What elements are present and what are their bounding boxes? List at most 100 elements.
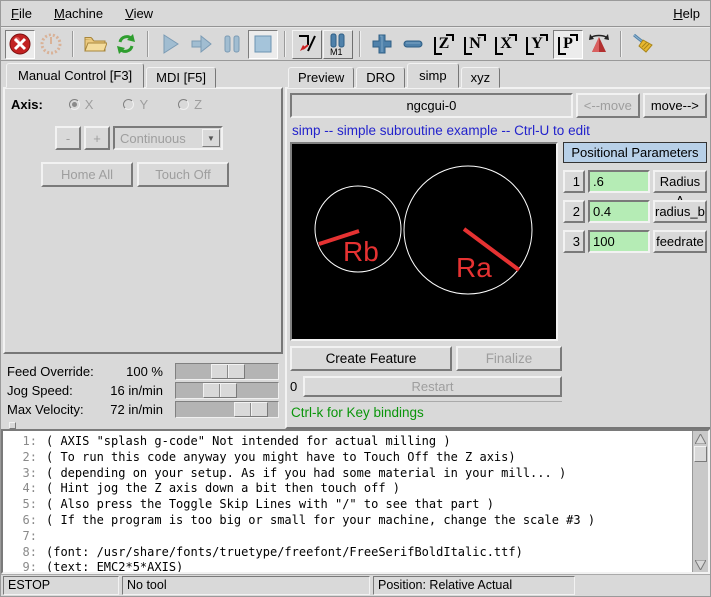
scrollbar-thumb[interactable] <box>694 446 707 462</box>
axis-radio-z[interactable]: Z <box>178 97 202 112</box>
chevron-down-icon[interactable]: ▼ <box>202 129 220 147</box>
pane-grip[interactable] <box>9 422 16 429</box>
gcode-line[interactable]: 9:(text: EMC2*5*AXIS) <box>3 560 692 574</box>
menu-file[interactable]: File <box>11 6 32 21</box>
simp-pane: ngcgui-0 <--move move--> simp -- simple … <box>285 87 711 429</box>
parameter-value-input[interactable]: 0.4 <box>588 200 650 223</box>
axis-label: Axis: <box>11 97 43 112</box>
gcode-line[interactable]: 7: <box>3 529 692 545</box>
gcode-line-number: 6: <box>3 513 37 529</box>
gcode-line-text: ( Also press the Toggle Skip Lines with … <box>37 497 494 513</box>
parameter-name-button[interactable]: feedrate <box>653 230 707 253</box>
jog-minus-button[interactable]: - <box>55 126 81 150</box>
machine-power-button[interactable] <box>36 30 66 59</box>
gcode-line-number: 8: <box>3 545 37 561</box>
zoom-out-button[interactable] <box>398 30 428 59</box>
slider-track[interactable] <box>175 401 279 418</box>
radius-a-label: Ra <box>456 252 492 283</box>
power-icon <box>39 32 63 56</box>
parameters-header: Positional Parameters <box>563 142 707 163</box>
ngcgui-name-entry[interactable]: ngcgui-0 <box>290 93 573 118</box>
preview-panel: PreviewDROsimpxyz ngcgui-0 <--move move-… <box>283 61 711 429</box>
radius-b-label: Rb <box>343 236 379 267</box>
step-program-button[interactable] <box>186 30 216 59</box>
slider-value: 100 % <box>103 364 171 379</box>
gcode-line[interactable]: 1:( AXIS "splash g-code" Not intended fo… <box>3 434 692 450</box>
slider-row: Jog Speed:16 in/min <box>7 381 279 400</box>
gcode-listing[interactable]: 1:( AXIS "splash g-code" Not intended fo… <box>1 429 710 574</box>
scroll-down-icon[interactable] <box>693 557 708 572</box>
estop-button[interactable] <box>5 30 35 59</box>
parameter-name-button[interactable]: Radius A <box>653 170 707 193</box>
stop-program-button[interactable] <box>248 30 278 59</box>
slider-track[interactable] <box>175 363 279 380</box>
gcode-line[interactable]: 5:( Also press the Toggle Skip Lines wit… <box>3 497 692 513</box>
slider-handle[interactable] <box>211 364 245 379</box>
slider-handle[interactable] <box>203 383 237 398</box>
jog-mode-combobox[interactable]: Continuous ▼ <box>113 126 223 150</box>
gcode-line[interactable]: 2:( To run this code anyway you might ha… <box>3 450 692 466</box>
pause-program-button[interactable] <box>217 30 247 59</box>
tab-manual-control-f3[interactable]: Manual Control [F3] <box>6 63 144 88</box>
toolbar-separator <box>359 31 361 57</box>
clear-plot-button[interactable] <box>628 30 658 59</box>
parameter-number: 1 <box>563 170 585 193</box>
move-left-button[interactable]: <--move <box>576 93 640 118</box>
gcode-line[interactable]: 3:( depending on your setup. As if you h… <box>3 466 692 482</box>
toolbar-separator <box>147 31 149 57</box>
positional-parameters: Positional Parameters 1.6Radius A20.4rad… <box>563 142 707 253</box>
jog-plus-button[interactable]: + <box>84 126 110 150</box>
finalize-button[interactable]: Finalize <box>456 346 562 371</box>
statusbar: ESTOPNo toolPosition: Relative Actual <box>1 574 710 596</box>
main-area: Manual Control [F3]MDI [F5] Axis: XYZ - … <box>1 61 710 429</box>
run-program-button[interactable] <box>155 30 185 59</box>
gcode-line-number: 7: <box>3 529 37 545</box>
slider-value: 72 in/min <box>103 402 171 417</box>
home-all-button[interactable]: Home All <box>41 162 133 187</box>
axis-radio-label: X <box>85 97 94 112</box>
open-file-button[interactable] <box>80 30 110 59</box>
tab-mdi-f5[interactable]: MDI [F5] <box>146 67 216 88</box>
folder-icon <box>83 32 107 56</box>
parameter-value-input[interactable]: 100 <box>588 230 650 253</box>
parameter-value-input[interactable]: .6 <box>588 170 650 193</box>
rotate-view-button[interactable] <box>584 30 614 59</box>
slider-handle[interactable] <box>234 402 268 417</box>
menu-machine[interactable]: Machine <box>54 6 103 21</box>
view-x-button[interactable]: X <box>491 30 521 59</box>
touch-off-button[interactable]: Touch Off <box>137 162 229 187</box>
reload-icon <box>114 32 138 56</box>
view-z2-button[interactable]: N <box>460 30 490 59</box>
gcode-line-text: ( AXIS "splash g-code" Not intended for … <box>37 434 451 450</box>
slider-track[interactable] <box>175 382 279 399</box>
axis-radio-x[interactable]: X <box>69 97 94 112</box>
view-z-button[interactable]: Z <box>429 30 459 59</box>
gcode-line[interactable]: 4:( Hint jog the Z axis down a bit then … <box>3 481 692 497</box>
gcode-line-text: (font: /usr/share/fonts/truetype/freefon… <box>37 545 523 561</box>
parameter-name-button[interactable]: radius_b <box>653 200 707 223</box>
gcode-scrollbar[interactable] <box>692 431 708 572</box>
tab-xyz[interactable]: xyz <box>461 67 501 88</box>
gcode-line[interactable]: 6:( If the program is too big or small f… <box>3 513 692 529</box>
axis-radio-y[interactable]: Y <box>123 97 148 112</box>
view-y-button[interactable]: Y <box>522 30 552 59</box>
reload-file-button[interactable] <box>111 30 141 59</box>
menu-help[interactable]: Help <box>673 6 700 21</box>
axis-radios: X Y Z <box>69 97 202 112</box>
tab-preview[interactable]: Preview <box>288 67 354 88</box>
key-bindings-hint: Ctrl-k for Key bindings <box>290 401 562 422</box>
axis-radio-label: Y <box>139 97 148 112</box>
zoom-in-button[interactable] <box>367 30 397 59</box>
scroll-up-icon[interactable] <box>693 431 708 446</box>
tab-simp[interactable]: simp <box>407 63 458 88</box>
gcode-line-number: 1: <box>3 434 37 450</box>
toggle-skip-lines-button[interactable] <box>292 30 322 59</box>
view-p-button[interactable]: P <box>553 30 583 59</box>
gcode-line[interactable]: 8:(font: /usr/share/fonts/truetype/freef… <box>3 545 692 561</box>
restart-button[interactable]: Restart <box>303 376 562 397</box>
tab-dro[interactable]: DRO <box>356 67 405 88</box>
menu-view[interactable]: View <box>125 6 153 21</box>
move-right-button[interactable]: move--> <box>643 93 707 118</box>
toggle-optional-stop-button[interactable]: M1 <box>323 30 353 59</box>
create-feature-button[interactable]: Create Feature <box>290 346 452 371</box>
